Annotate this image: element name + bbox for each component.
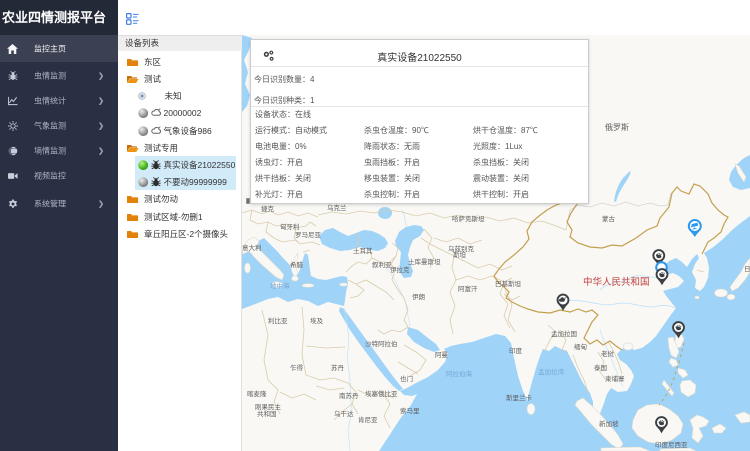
svg-text:乌干达: 乌干达: [334, 409, 354, 418]
svg-text:利比亚: 利比亚: [268, 316, 288, 325]
svg-text:缅甸: 缅甸: [574, 342, 587, 351]
svg-text:地中海: 地中海: [270, 281, 290, 290]
svg-text:斯坦: 斯坦: [453, 250, 467, 259]
svg-text:印度尼西亚: 印度尼西亚: [655, 440, 688, 449]
svg-text:孟加拉国: 孟加拉国: [551, 329, 577, 338]
svg-text:刚果民主: 刚果民主: [255, 402, 282, 411]
svg-text:捷克: 捷克: [261, 204, 275, 213]
svg-text:伊朗: 伊朗: [412, 292, 425, 301]
svg-text:共和国: 共和国: [257, 409, 277, 418]
svg-text:埃及: 埃及: [310, 316, 324, 325]
svg-text:索马里: 索马里: [400, 406, 420, 415]
svg-text:叙利亚: 叙利亚: [372, 260, 392, 269]
svg-text:蒙古: 蒙古: [602, 214, 616, 223]
svg-text:也门: 也门: [400, 374, 413, 383]
svg-text:孟加拉湾: 孟加拉湾: [538, 367, 565, 376]
svg-text:匈牙利: 匈牙利: [280, 222, 300, 231]
svg-text:俄罗斯: 俄罗斯: [605, 122, 629, 132]
svg-text:土库曼斯坦: 土库曼斯坦: [408, 257, 441, 266]
svg-text:沙特阿拉伯: 沙特阿拉伯: [365, 339, 398, 348]
svg-text:罗马尼亚: 罗马尼亚: [295, 231, 322, 239]
svg-text:喀麦隆: 喀麦隆: [247, 389, 267, 398]
svg-text:肯尼亚: 肯尼亚: [358, 415, 378, 424]
svg-text:泰国: 泰国: [594, 363, 607, 372]
svg-text:希腊: 希腊: [290, 260, 304, 269]
svg-text:阿富汗: 阿富汗: [458, 284, 478, 293]
svg-text:阿拉伯海: 阿拉伯海: [446, 369, 473, 378]
svg-text:埃塞俄比亚: 埃塞俄比亚: [365, 389, 398, 398]
svg-text:巴基斯坦: 巴基斯坦: [495, 279, 522, 288]
svg-text:南苏丹: 南苏丹: [339, 391, 359, 400]
svg-text:土耳其: 土耳其: [353, 246, 373, 255]
svg-text:阿曼: 阿曼: [435, 350, 449, 359]
svg-text:乌克兰: 乌克兰: [327, 203, 347, 212]
svg-text:苏丹: 苏丹: [331, 363, 345, 372]
svg-text:日本: 日本: [744, 264, 750, 273]
svg-text:意大利: 意大利: [242, 243, 262, 252]
svg-text:柬埔寨: 柬埔寨: [605, 374, 625, 383]
svg-text:乍得: 乍得: [290, 363, 304, 372]
svg-text:伊拉克: 伊拉克: [390, 265, 410, 274]
svg-text:老挝: 老挝: [601, 349, 615, 358]
svg-text:中华人民共和国: 中华人民共和国: [583, 276, 650, 288]
svg-text:新加坡: 新加坡: [599, 419, 619, 428]
svg-text:斯里兰卡: 斯里兰卡: [506, 393, 533, 402]
svg-text:哈萨克斯坦: 哈萨克斯坦: [452, 214, 485, 223]
svg-text:印度: 印度: [509, 346, 523, 355]
